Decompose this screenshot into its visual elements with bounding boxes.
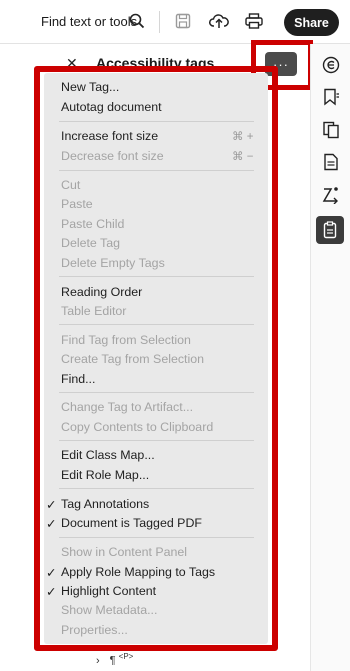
paragraph-icon: ¶	[109, 654, 116, 667]
tag-label: <P>	[118, 652, 134, 661]
bookmark-icon[interactable]	[320, 86, 342, 108]
reading-order-icon[interactable]	[320, 184, 342, 206]
right-tool-rail	[310, 44, 350, 671]
chevron-right-icon[interactable]: ›	[96, 655, 100, 667]
find-text-label[interactable]: Find text or tools	[41, 14, 137, 29]
accessibility-tags-icon[interactable]	[316, 216, 344, 244]
toolbar-divider	[159, 11, 160, 33]
top-toolbar: Find text or tools Share	[0, 0, 350, 44]
tag-tree-row[interactable]: › ¶ <P>	[96, 652, 133, 667]
pages-icon[interactable]	[320, 119, 342, 141]
save-icon[interactable]	[172, 10, 194, 32]
document-icon[interactable]	[320, 151, 342, 173]
upload-cloud-icon[interactable]	[208, 10, 230, 32]
search-icon[interactable]	[126, 10, 148, 32]
highlight-box-menu	[34, 66, 278, 651]
comment-icon[interactable]	[320, 54, 342, 76]
share-button[interactable]: Share	[284, 9, 339, 36]
print-icon[interactable]	[243, 10, 265, 32]
